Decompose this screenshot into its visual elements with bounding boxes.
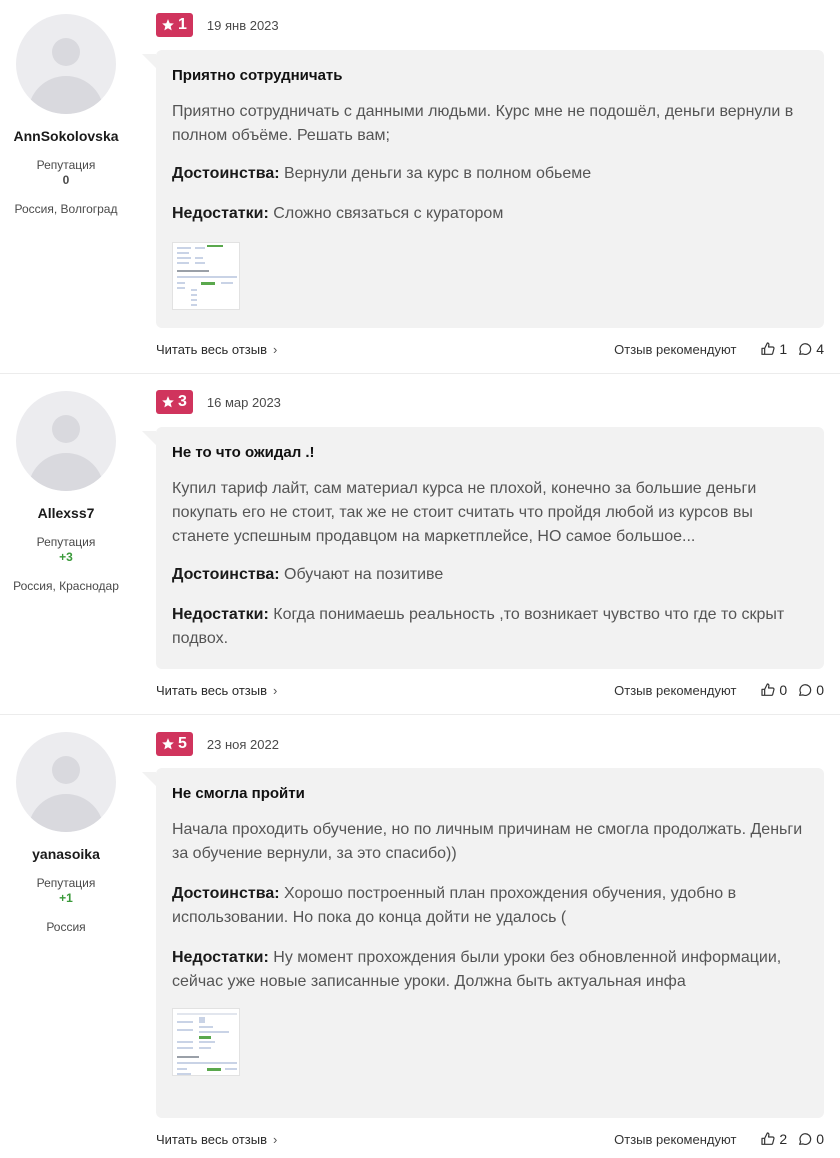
comment-icon <box>799 1133 812 1145</box>
read-full-review-link[interactable]: Читать весь отзыв › <box>156 342 277 357</box>
review-pros: Достоинства: Вернули деньги за курс в по… <box>172 162 808 186</box>
read-more-label: Читать весь отзыв <box>156 341 268 357</box>
star-icon <box>162 396 174 408</box>
review-footer: Читать весь отзыв › Отзыв рекомендуют 1 … <box>156 339 824 359</box>
like-button[interactable]: 2 <box>760 1131 787 1147</box>
thumbs-up-icon <box>761 683 775 696</box>
review-stats: Отзыв рекомендуют 2 0 <box>614 1131 824 1147</box>
star-icon <box>162 738 174 750</box>
pros-label: Достоинства: <box>172 165 280 182</box>
review-attachment-thumbnail[interactable] <box>172 242 240 310</box>
review-text: Приятно сотрудничать с данными людьми. К… <box>172 103 794 144</box>
like-count: 2 <box>779 1131 788 1147</box>
review-date: 16 мар 2023 <box>206 394 281 410</box>
pros-text: Обучают на позитиве <box>284 566 444 583</box>
rating-value: 5 <box>178 735 187 752</box>
review-header: 3 16 мар 2023 <box>156 390 281 414</box>
reputation-label: Репутация <box>36 535 96 549</box>
cons-text: Сложно связаться с куратором <box>273 205 504 222</box>
like-count: 0 <box>779 682 788 698</box>
comments-button[interactable]: 0 <box>797 1131 824 1147</box>
author-panel: yanasoika Репутация +1 Россия <box>0 732 132 934</box>
comment-count: 4 <box>816 341 824 357</box>
divider <box>0 373 840 374</box>
comments-button[interactable]: 4 <box>797 341 824 357</box>
author-panel: Allexss7 Репутация +3 Россия, Краснодар <box>0 391 132 593</box>
rating-badge: 1 <box>156 13 193 37</box>
review-header: 5 23 ноя 2022 <box>156 732 279 756</box>
review-cons: Недостатки: Когда понимаешь реальность ,… <box>172 603 808 651</box>
review-title: Не смогла пройти <box>172 785 305 802</box>
review-pros: Достоинства: Обучают на позитиве <box>172 563 808 587</box>
pros-label: Достоинства: <box>172 566 280 583</box>
rating-badge: 5 <box>156 732 193 756</box>
recommend-label: Отзыв рекомендуют <box>614 682 737 698</box>
cons-label: Недостатки: <box>172 606 269 623</box>
reputation-value: +3 <box>59 550 73 564</box>
comment-count: 0 <box>816 682 824 698</box>
review-date: 19 янв 2023 <box>206 17 279 33</box>
pros-label: Достоинства: <box>172 885 280 902</box>
reputation-value: +1 <box>59 891 73 905</box>
author-panel: AnnSokolovska Репутация 0 Россия, Волгог… <box>0 14 132 216</box>
review-card: Приятно сотрудничать Приятно сотрудничат… <box>142 50 824 328</box>
author-location: Россия, Краснодар <box>13 579 119 593</box>
avatar[interactable] <box>16 391 116 491</box>
review-text: Купил тариф лайт, сам материал курса не … <box>172 480 757 545</box>
reputation-label: Репутация <box>36 158 96 172</box>
avatar[interactable] <box>16 732 116 832</box>
star-icon <box>162 19 174 31</box>
review-attachment-thumbnail[interactable] <box>172 1008 240 1076</box>
rating-badge: 3 <box>156 390 193 414</box>
review-footer: Читать весь отзыв › Отзыв рекомендуют 2 … <box>156 1129 824 1149</box>
review-header: 1 19 янв 2023 <box>156 13 279 37</box>
rating-value: 1 <box>178 16 187 33</box>
review-text: Начала проходить обучение, но по личным … <box>172 821 803 862</box>
review-card: Не смогла пройти Начала проходить обучен… <box>142 768 824 1118</box>
author-name[interactable]: AnnSokolovska <box>0 128 132 144</box>
review-title: Приятно сотрудничать <box>172 67 343 84</box>
comment-icon <box>799 343 812 355</box>
review-cons: Недостатки: Ну момент прохождения были у… <box>172 946 808 994</box>
read-full-review-link[interactable]: Читать весь отзыв › <box>156 683 277 698</box>
review-stats: Отзыв рекомендуют 0 0 <box>614 682 824 698</box>
read-more-label: Читать весь отзыв <box>156 682 268 698</box>
review-stats: Отзыв рекомендуют 1 4 <box>614 341 824 357</box>
reputation-value: 0 <box>62 173 70 187</box>
review-card: Не то что ожидал .! Купил тариф лайт, са… <box>142 427 824 669</box>
like-button[interactable]: 1 <box>760 341 787 357</box>
thumbs-up-icon <box>761 342 775 355</box>
comment-icon <box>799 684 812 696</box>
author-location: Россия, Волгоград <box>14 202 118 216</box>
review-date: 23 ноя 2022 <box>206 736 279 752</box>
like-count: 1 <box>779 341 788 357</box>
comment-count: 0 <box>816 1131 824 1147</box>
thumbs-up-icon <box>761 1132 775 1145</box>
cons-label: Недостатки: <box>172 205 269 222</box>
reputation-label: Репутация <box>36 876 96 890</box>
comments-button[interactable]: 0 <box>797 682 824 698</box>
read-more-label: Читать весь отзыв <box>156 1131 268 1147</box>
review-title: Не то что ожидал .! <box>172 444 315 461</box>
review-cons: Недостатки: Сложно связаться с куратором <box>172 202 808 226</box>
recommend-label: Отзыв рекомендуют <box>614 341 737 357</box>
author-location: Россия <box>46 920 86 934</box>
review-footer: Читать весь отзыв › Отзыв рекомендуют 0 … <box>156 680 824 700</box>
avatar[interactable] <box>16 14 116 114</box>
divider <box>0 714 840 715</box>
review-pros: Достоинства: Хорошо построенный план про… <box>172 882 808 930</box>
cons-label: Недостатки: <box>172 949 269 966</box>
chevron-right-icon: › <box>273 341 278 357</box>
pros-text: Вернули деньги за курс в полном обьеме <box>284 165 592 182</box>
chevron-right-icon: › <box>273 1131 278 1147</box>
rating-value: 3 <box>178 393 187 410</box>
author-name[interactable]: Allexss7 <box>0 505 132 521</box>
like-button[interactable]: 0 <box>760 682 787 698</box>
recommend-label: Отзыв рекомендуют <box>614 1131 737 1147</box>
author-name[interactable]: yanasoika <box>0 846 132 862</box>
read-full-review-link[interactable]: Читать весь отзыв › <box>156 1132 277 1147</box>
chevron-right-icon: › <box>273 682 278 698</box>
